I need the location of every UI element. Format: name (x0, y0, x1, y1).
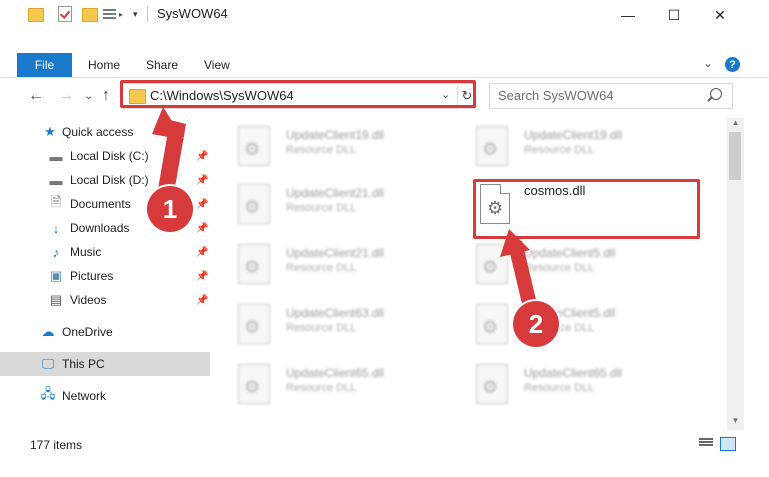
ribbon: File Home Share View ⌄ ? (0, 53, 769, 78)
bottom-margin (0, 456, 769, 477)
refresh-button[interactable]: ↻ (457, 85, 476, 107)
tab-view[interactable]: View (204, 53, 230, 77)
pin-icon[interactable]: 📌 (196, 199, 208, 210)
forward-button[interactable]: → (58, 87, 74, 105)
pictures-icon: ▣ (49, 268, 63, 283)
title-bar: ▸ ▾ SysWOW64 — ☐ ✕ (0, 0, 769, 48)
pin-icon[interactable]: 📌 (196, 295, 208, 306)
drive-icon: ▬ (49, 172, 63, 188)
item-count: 177 items (30, 438, 83, 452)
documents-icon: 🗎 (50, 194, 62, 209)
dll-file-icon (476, 304, 508, 344)
dll-file-icon (238, 244, 270, 284)
file-item[interactable]: UpdateClient65.dll Resource DLL (238, 362, 438, 406)
pin-icon[interactable]: 📌 (196, 175, 208, 186)
sidebar-item-music[interactable]: ♪ Music 📌 (0, 240, 210, 264)
properties-icon[interactable] (103, 7, 116, 19)
new-folder-icon[interactable] (82, 8, 98, 22)
sidebar-item-pictures[interactable]: ▣ Pictures 📌 (0, 264, 210, 288)
file-item[interactable]: UpdateClient21.dll Resource DLL (238, 242, 438, 286)
tab-share[interactable]: Share (146, 53, 178, 77)
file-item[interactable]: UpdateClient5.dll Resource DLL (476, 242, 676, 286)
navigation-pane: ★ Quick access ▬ Local Disk (C:) 📌 ▬ Loc… (0, 118, 212, 430)
help-icon[interactable]: ? (725, 57, 740, 72)
callout-step-2: 2 (513, 301, 559, 347)
back-button[interactable]: ← (28, 87, 44, 105)
download-icon: ↓ (52, 220, 60, 236)
scroll-down-icon[interactable]: ▼ (727, 416, 744, 430)
folder-icon (129, 89, 146, 104)
window-title: SysWOW64 (157, 6, 228, 21)
network-icon: 🖧 (40, 386, 56, 401)
file-item[interactable]: UpdateClient65.dll Resource DLL (476, 362, 676, 406)
sidebar-item-videos[interactable]: ▤ Videos 📌 (0, 288, 210, 312)
dll-file-icon (238, 126, 270, 166)
file-item[interactable]: UpdateClient19.dll Resource DLL (238, 124, 438, 168)
videos-icon: ▤ (49, 292, 63, 307)
maximize-button[interactable]: ☐ (651, 0, 697, 30)
file-item[interactable]: UpdateClient21.dll Resource DLL (238, 182, 438, 226)
recent-locations-button[interactable]: ⌄ (84, 89, 93, 102)
pin-icon[interactable]: 📌 (196, 271, 208, 282)
search-placeholder: Search SysWOW64 (498, 88, 614, 103)
tab-file[interactable]: File (17, 53, 72, 77)
customize-quick-access-icon[interactable]: ▾ (133, 9, 138, 20)
details-view-icon[interactable] (699, 437, 713, 449)
navigation-bar: ← → ⌄ ↑ C:\Windows\SysWOW64 ⌄ ↻ Search S… (0, 79, 769, 113)
rename-arrow-icon[interactable]: ▸ (119, 10, 123, 19)
title-separator (147, 6, 148, 22)
dll-file-icon (476, 244, 508, 284)
drive-icon: ▬ (49, 148, 63, 164)
dll-file-icon (476, 364, 508, 404)
cloud-icon: ☁ (41, 324, 55, 339)
minimize-button[interactable]: — (605, 0, 651, 30)
scrollbar-thumb[interactable] (729, 132, 741, 180)
dll-file-icon (238, 304, 270, 344)
computer-icon: 🖵 (41, 356, 55, 371)
callout-step-1: 1 (147, 186, 193, 232)
search-input[interactable]: Search SysWOW64 (489, 83, 733, 109)
pin-icon[interactable]: 📌 (196, 247, 208, 258)
dll-file-icon: ⚙ (480, 184, 510, 224)
up-button[interactable]: ↑ (102, 87, 110, 105)
star-icon: ★ (44, 124, 56, 139)
status-bar: 177 items (0, 432, 769, 456)
folder-icon[interactable] (28, 8, 44, 22)
address-bar[interactable]: C:\Windows\SysWOW64 ⌄ ↻ (122, 83, 476, 109)
dll-file-icon (238, 364, 270, 404)
dll-file-icon (476, 126, 508, 166)
gear-icon: ⚙ (487, 198, 504, 218)
sidebar-item-onedrive[interactable]: ☁ OneDrive (0, 320, 210, 344)
sidebar-item-this-pc[interactable]: 🖵 This PC (0, 352, 210, 376)
tab-home[interactable]: Home (88, 53, 120, 77)
address-path[interactable]: C:\Windows\SysWOW64 (150, 88, 294, 103)
sidebar-item-network[interactable]: 🖧 Network (0, 384, 210, 408)
pin-icon[interactable]: 📌 (196, 223, 208, 234)
file-item[interactable]: UpdateClient5.dll Resource DLL (476, 302, 676, 346)
close-button[interactable]: ✕ (697, 0, 743, 30)
file-item[interactable]: UpdateClient63.dll Resource DLL (238, 302, 438, 346)
file-list: UpdateClient19.dll Resource DLL UpdateCl… (214, 118, 726, 430)
properties-check-icon[interactable] (58, 6, 72, 22)
sidebar-item-local-disk-c[interactable]: ▬ Local Disk (C:) 📌 (0, 144, 210, 168)
vertical-scrollbar[interactable]: ▲ ▼ (727, 118, 744, 430)
expand-ribbon-icon[interactable]: ⌄ (703, 56, 713, 70)
scroll-up-icon[interactable]: ▲ (727, 118, 744, 132)
dll-file-icon (238, 184, 270, 224)
sidebar-item-quick-access[interactable]: ★ Quick access (0, 120, 210, 144)
pin-icon[interactable]: 📌 (196, 151, 208, 162)
search-icon[interactable] (710, 88, 722, 100)
file-item-cosmos[interactable]: ⚙ cosmos.dll (476, 181, 696, 233)
large-icons-view-icon[interactable] (720, 437, 736, 451)
file-name: cosmos.dll (524, 183, 586, 198)
file-item[interactable]: UpdateClient19.dll Resource DLL (476, 124, 676, 168)
music-icon: ♪ (52, 244, 60, 260)
address-dropdown-icon[interactable]: ⌄ (441, 88, 450, 101)
